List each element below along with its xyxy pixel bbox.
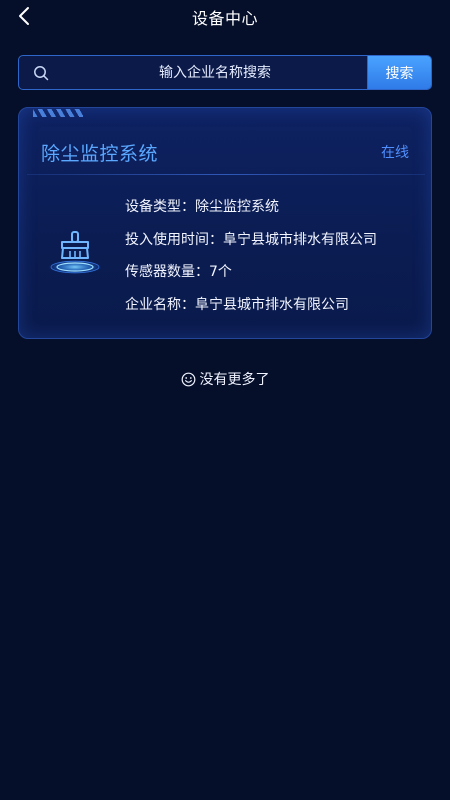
info-value: 7个 (209, 264, 232, 281)
device-center-screen: 设备中心 搜索 除尘监控系统 在线 (0, 0, 450, 800)
search-icon (19, 56, 63, 89)
device-name: 除尘监控系统 (41, 142, 159, 165)
card-decoration (33, 109, 83, 117)
info-label: 传感器数量： (125, 264, 209, 281)
search-button[interactable]: 搜索 (367, 56, 431, 89)
info-label: 企业名称： (125, 296, 195, 313)
info-company: 企业名称： 阜宁县城市排水有限公司 (125, 288, 425, 321)
status-badge: 在线 (381, 145, 409, 161)
no-more-text: 没有更多了 (199, 372, 270, 388)
card-header: 除尘监控系统 在线 (19, 130, 431, 174)
back-button[interactable] (12, 4, 36, 28)
info-value: 阜宁县城市排水有限公司 (195, 296, 349, 313)
broom-icon (45, 220, 105, 280)
device-info: 设备类型： 除尘监控系统 投入使用时间： 阜宁县城市排水有限公司 传感器数量： … (125, 190, 425, 320)
info-value: 除尘监控系统 (195, 199, 279, 216)
top-bar: 设备中心 (0, 0, 450, 34)
search-input[interactable] (63, 56, 367, 89)
device-card[interactable]: 除尘监控系统 在线 设备类型： 除尘监控系统 投入使用时间： 阜宁县城市排水有限… (18, 107, 432, 339)
info-label: 设备类型： (125, 199, 195, 216)
info-label: 投入使用时间： (125, 231, 223, 248)
info-sensor-count: 传感器数量： 7个 (125, 255, 425, 288)
chevron-left-icon (19, 7, 29, 25)
info-value: 阜宁县城市排水有限公司 (223, 231, 377, 248)
smile-icon (181, 372, 196, 387)
list-end-message: 没有更多了 (0, 368, 450, 390)
info-device-type: 设备类型： 除尘监控系统 (125, 190, 425, 223)
divider (27, 174, 425, 175)
info-service-time: 投入使用时间： 阜宁县城市排水有限公司 (125, 223, 425, 256)
search-bar: 搜索 (18, 55, 432, 90)
page-title: 设备中心 (191, 9, 258, 28)
